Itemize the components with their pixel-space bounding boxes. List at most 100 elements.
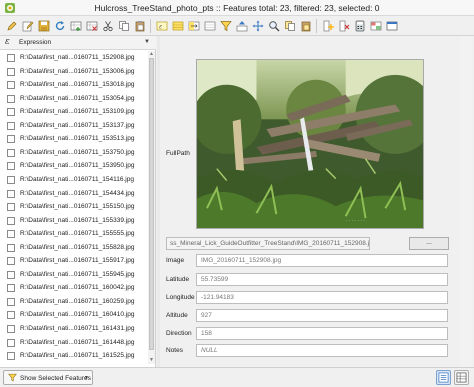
toggle-editing-button[interactable] <box>4 18 19 33</box>
field-calculator-button[interactable] <box>352 18 367 33</box>
fullpath-field[interactable]: ss_Mineral_Lick_GuideOutfitter_TreeStand… <box>166 237 370 250</box>
move-selection-top-button[interactable] <box>234 18 249 33</box>
list-item[interactable]: R:\Data\first_nati...0160711_152908.jpg <box>0 51 148 66</box>
list-item[interactable]: R:\Data\first_nati...0160711_153109.jpg <box>0 105 148 120</box>
feature-checkbox[interactable] <box>7 94 15 103</box>
feature-checkbox[interactable] <box>7 284 15 293</box>
paste-button[interactable] <box>132 18 147 33</box>
delete-selected-button[interactable] <box>84 18 99 33</box>
altitude-field[interactable]: 927 <box>196 309 448 322</box>
table-view-icon <box>456 372 467 383</box>
list-item[interactable]: R:\Data\first_nati...0160711_153006.jpg <box>0 65 148 80</box>
feature-checkbox[interactable] <box>7 162 15 171</box>
feature-checkbox[interactable] <box>7 54 15 62</box>
feature-checkbox[interactable] <box>7 203 15 212</box>
feature-list: R:\Data\first_nati...0160711_152908.jpg R… <box>0 51 148 364</box>
zoom-to-selection-button[interactable] <box>266 18 281 33</box>
conditional-formatting-button[interactable] <box>368 18 383 33</box>
form-view-button[interactable] <box>436 370 451 385</box>
feature-checkbox[interactable] <box>7 216 15 225</box>
list-item[interactable]: R:\Data\first_nati...0160711_153137.jpg <box>0 119 148 134</box>
feature-checkbox[interactable] <box>7 325 15 333</box>
table-view-button[interactable] <box>454 370 469 385</box>
list-item[interactable]: R:\Data\first_nati...0160711_154434.jpg <box>0 187 148 202</box>
image-field[interactable]: IMG_20160711_152908.jpg <box>196 254 448 267</box>
form-scrollbar[interactable] <box>460 36 472 367</box>
feature-checkbox[interactable] <box>7 311 15 320</box>
browse-button[interactable]: ... <box>409 237 449 250</box>
scrollbar-thumb[interactable] <box>149 58 154 350</box>
reload-button[interactable] <box>52 18 67 33</box>
new-field-button[interactable] <box>320 18 335 33</box>
feature-path-label: R:\Data\first_nati...0160711_153109.jpg <box>20 108 135 116</box>
feature-checkbox[interactable] <box>7 148 15 157</box>
show-selected-features-button[interactable]: Show Selected Features ▼ <box>3 370 93 385</box>
select-all-button[interactable] <box>170 18 185 33</box>
delete-field-button[interactable] <box>336 18 351 33</box>
save-edits-button[interactable] <box>36 18 51 33</box>
expression-selector[interactable]: ε Expression ▼ <box>0 36 156 50</box>
direction-label: Direction <box>166 330 192 337</box>
feature-path-label: R:\Data\first_nati...0160711_155339.jpg <box>20 216 135 224</box>
feature-list-scrollbar[interactable]: ▲ ▼ <box>148 51 155 364</box>
copy-button[interactable] <box>116 18 131 33</box>
list-item[interactable]: R:\Data\first_nati...0160711_153513.jpg <box>0 132 148 147</box>
feature-checkbox[interactable] <box>7 243 15 252</box>
longitude-field[interactable]: -121.94183 <box>196 291 448 304</box>
feature-checkbox[interactable] <box>7 189 15 198</box>
invert-selection-button[interactable] <box>186 18 201 33</box>
feature-checkbox[interactable] <box>7 257 15 266</box>
scroll-down-arrow-icon[interactable]: ▼ <box>148 357 155 364</box>
pan-to-selection-button[interactable] <box>250 18 265 33</box>
chevron-down-icon: ▼ <box>84 375 89 381</box>
feature-checkbox[interactable] <box>7 67 15 76</box>
list-item[interactable]: R:\Data\first_nati...0160711_161431.jpg <box>0 322 148 337</box>
list-item[interactable]: R:\Data\first_nati...0160711_160259.jpg <box>0 295 148 310</box>
list-item[interactable]: R:\Data\first_nati...0160711_160410.jpg <box>0 308 148 323</box>
filter-icon <box>8 373 17 382</box>
list-item[interactable]: R:\Data\first_nati...0160711_160042.jpg <box>0 281 148 296</box>
feature-checkbox[interactable] <box>7 175 15 184</box>
list-item[interactable]: R:\Data\first_nati...0160711_153018.jpg <box>0 78 148 93</box>
select-by-expression-button[interactable]: ε <box>154 18 169 33</box>
list-item[interactable]: R:\Data\first_nati...0160711_161525.jpg <box>0 349 148 364</box>
filter-select-button[interactable] <box>218 18 233 33</box>
list-item[interactable]: R:\Data\first_nati...0160711_153950.jpg <box>0 159 148 174</box>
list-item[interactable]: R:\Data\first_nati...0160711_155339.jpg <box>0 214 148 229</box>
deselect-all-button[interactable] <box>202 18 217 33</box>
feature-checkbox[interactable] <box>7 81 15 90</box>
paste-features-button[interactable] <box>298 18 313 33</box>
toolbar-separator <box>316 18 317 33</box>
cut-button[interactable] <box>100 18 115 33</box>
feature-checkbox[interactable] <box>7 270 15 279</box>
list-item[interactable]: R:\Data\first_nati...0160711_155150.jpg <box>0 200 148 215</box>
copy-features-button[interactable] <box>282 18 297 33</box>
dock-table-button[interactable] <box>384 18 399 33</box>
feature-checkbox[interactable] <box>7 108 15 117</box>
feature-checkbox[interactable] <box>7 230 15 239</box>
direction-field[interactable]: 158 <box>196 327 448 340</box>
list-item[interactable]: R:\Data\first_nati...0160711_155828.jpg <box>0 241 148 256</box>
list-item[interactable]: R:\Data\first_nati...0160711_153750.jpg <box>0 146 148 161</box>
add-feature-button[interactable] <box>68 18 83 33</box>
feature-path-label: R:\Data\first_nati...0160711_154116.jpg <box>20 175 134 183</box>
altitude-label: Altitude <box>166 312 188 319</box>
list-item[interactable]: R:\Data\first_nati...0160711_155917.jpg <box>0 254 148 269</box>
list-item[interactable]: R:\Data\first_nati...0160711_153054.jpg <box>0 92 148 107</box>
list-item[interactable]: R:\Data\first_nati...0160711_161448.jpg <box>0 336 148 351</box>
feature-checkbox[interactable] <box>7 338 15 347</box>
list-item[interactable]: R:\Data\first_nati...0160711_155945.jpg <box>0 268 148 283</box>
reload-icon <box>55 20 64 30</box>
feature-checkbox[interactable] <box>7 352 15 361</box>
feature-path-label: R:\Data\first_nati...0160711_161448.jpg <box>20 338 135 346</box>
feature-checkbox[interactable] <box>7 135 15 144</box>
latitude-field[interactable]: 55.73599 <box>196 273 448 286</box>
list-item[interactable]: R:\Data\first_nati...0160711_154116.jpg <box>0 173 148 188</box>
multi-edit-button[interactable] <box>20 18 35 33</box>
scroll-up-arrow-icon[interactable]: ▲ <box>148 51 155 58</box>
notes-field[interactable]: NULL <box>196 344 448 357</box>
feature-checkbox[interactable] <box>7 121 15 130</box>
expression-label: Expression <box>19 39 52 46</box>
feature-checkbox[interactable] <box>7 297 15 306</box>
list-item[interactable]: R:\Data\first_nati...0160711_155555.jpg <box>0 227 148 242</box>
